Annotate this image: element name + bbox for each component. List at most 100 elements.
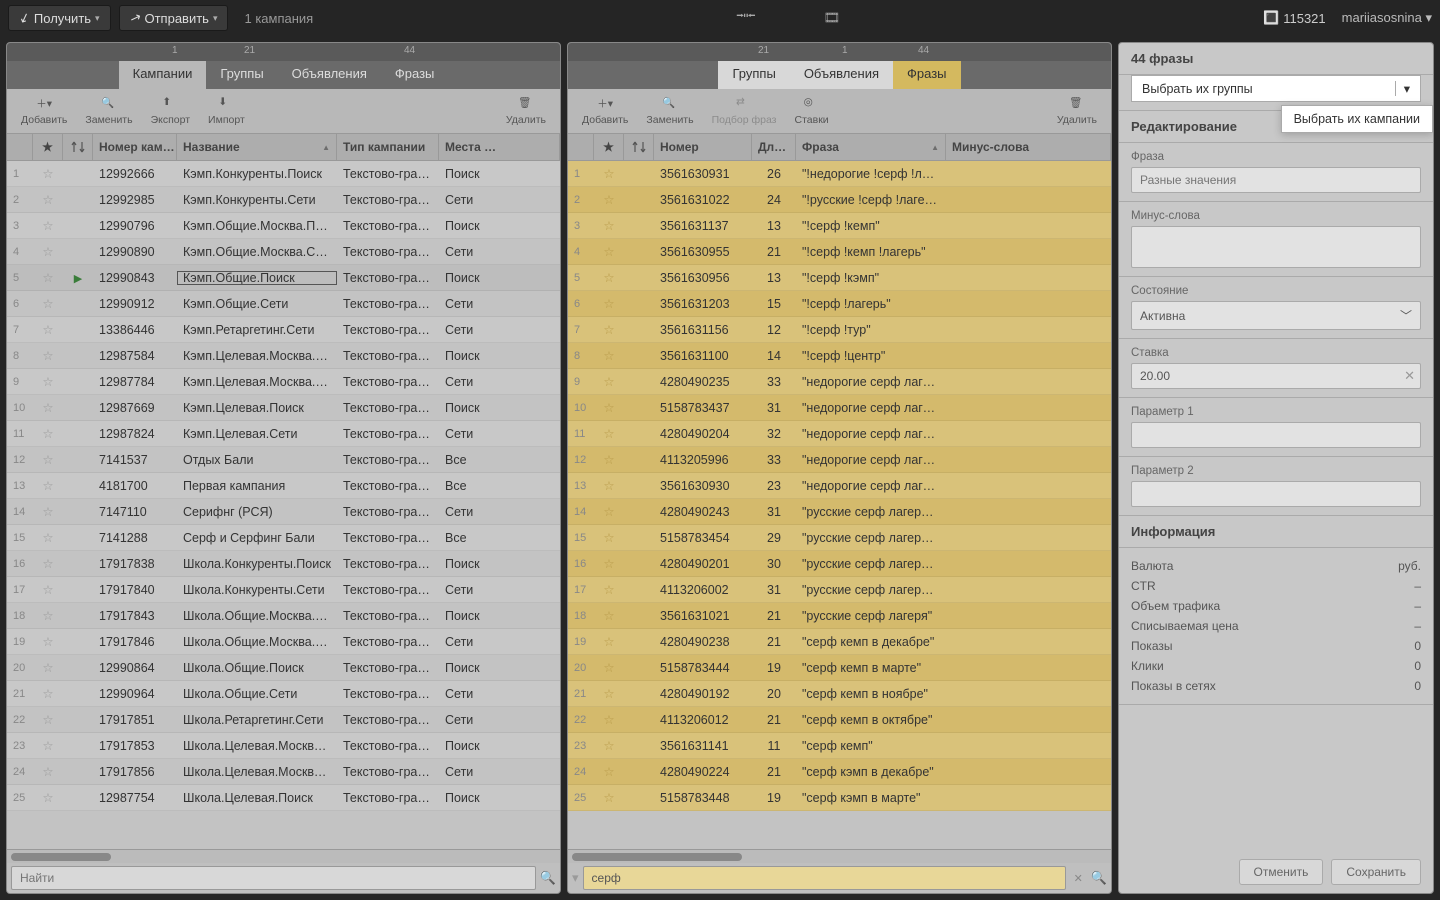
mid-tab-groups[interactable]: Группы xyxy=(718,61,789,89)
campaign-row[interactable]: 9☆12987784Кэмп.Целевая.Москва.…Текстово-… xyxy=(7,369,560,395)
star-icon[interactable]: ☆ xyxy=(33,244,63,259)
clear-search-icon[interactable]: ✕ xyxy=(1070,872,1087,885)
campaign-row[interactable]: 25☆12987754Школа.Целевая.ПоискТекстово-г… xyxy=(7,785,560,811)
star-icon[interactable]: ☆ xyxy=(594,374,624,389)
save-button[interactable]: Сохранить xyxy=(1331,859,1421,885)
film-icon[interactable]: 🎞 xyxy=(818,6,847,30)
star-icon[interactable]: ☆ xyxy=(594,556,624,571)
campaign-row[interactable]: 19☆17917846Школа.Общие.Москва.…Текстово-… xyxy=(7,629,560,655)
phrase-row[interactable]: 3☆356163113713"!серф !кемп" xyxy=(568,213,1111,239)
replace-button[interactable]: 🔍Заменить xyxy=(79,96,138,126)
star-icon[interactable]: ☆ xyxy=(594,244,624,259)
star-icon[interactable]: ☆ xyxy=(33,400,63,415)
star-icon[interactable]: ☆ xyxy=(594,712,624,727)
star-icon[interactable]: ☆ xyxy=(594,634,624,649)
mid-grid-body[interactable]: 1☆356163093126"!недорогие !серф !лаге…2☆… xyxy=(568,161,1111,849)
star-icon[interactable]: ☆ xyxy=(594,322,624,337)
campaign-row[interactable]: 24☆17917856Школа.Целевая.Москва…Текстово… xyxy=(7,759,560,785)
tab-ads[interactable]: Объявления xyxy=(278,61,381,89)
star-icon[interactable]: ☆ xyxy=(33,660,63,675)
phrase-row[interactable]: 24☆428049022421"серф кэмп в декабре" xyxy=(568,759,1111,785)
mid-search-icon[interactable]: 🔍 xyxy=(1091,870,1107,886)
star-icon[interactable]: ☆ xyxy=(33,530,63,545)
split-icon[interactable]: ⭲⭰ xyxy=(730,3,762,33)
add-button[interactable]: ＋▾Добавить xyxy=(15,96,73,126)
star-icon[interactable]: ☆ xyxy=(33,738,63,753)
col-length[interactable]: Дл… xyxy=(752,134,796,160)
phrase-row[interactable]: 9☆428049023533"недорогие серф лагер… xyxy=(568,369,1111,395)
star-icon[interactable]: ☆ xyxy=(594,426,624,441)
sort-icon[interactable] xyxy=(63,134,93,160)
phrase-row[interactable]: 2☆356163102224"!русские !серф !лагеря" xyxy=(568,187,1111,213)
receive-button[interactable]: ↙Получить▾ xyxy=(8,5,111,31)
star-icon[interactable]: ☆ xyxy=(594,348,624,363)
col-number[interactable]: Номер кам… xyxy=(93,134,177,160)
col-minus[interactable]: Минус-слова xyxy=(946,134,1111,160)
phrase-row[interactable]: 10☆515878343731"недорогие серф лагер… xyxy=(568,395,1111,421)
phrase-row[interactable]: 16☆428049020130"русские серф лагеря в… xyxy=(568,551,1111,577)
campaign-row[interactable]: 15☆7141288Серф и Серфинг БалиТекстово-гр… xyxy=(7,525,560,551)
phrase-row[interactable]: 5☆356163095613"!серф !кэмп" xyxy=(568,265,1111,291)
param1-input[interactable] xyxy=(1131,422,1421,448)
star-icon[interactable]: ☆ xyxy=(33,608,63,623)
star-icon[interactable]: ☆ xyxy=(594,296,624,311)
col-type[interactable]: Тип кампании xyxy=(337,134,439,160)
tab-phrases[interactable]: Фразы xyxy=(381,61,449,89)
mid-bids-button[interactable]: ◎Ставки xyxy=(789,96,835,126)
star-icon[interactable]: ☆ xyxy=(594,478,624,493)
col-phrase[interactable]: Фраза▲ xyxy=(796,134,946,160)
phrase-row[interactable]: 6☆356163120315"!серф !лагерь" xyxy=(568,291,1111,317)
col-places[interactable]: Места … xyxy=(439,134,560,160)
phrase-row[interactable]: 20☆515878344419"серф кемп в марте" xyxy=(568,655,1111,681)
minus-input[interactable] xyxy=(1131,226,1421,268)
star-icon[interactable]: ☆ xyxy=(594,686,624,701)
star-icon[interactable]: ☆ xyxy=(33,634,63,649)
campaign-row[interactable]: 11☆12987824Кэмп.Целевая.СетиТекстово-гра… xyxy=(7,421,560,447)
star-icon[interactable]: ☆ xyxy=(33,426,63,441)
mid-delete-button[interactable]: 🗑Удалить xyxy=(1051,96,1103,126)
star-icon[interactable]: ☆ xyxy=(594,218,624,233)
user-menu[interactable]: mariiasosnina ▾ xyxy=(1342,10,1432,26)
star-icon[interactable]: ☆ xyxy=(33,322,63,337)
send-button[interactable]: ↗Отправить▾ xyxy=(119,5,229,31)
left-grid-body[interactable]: 1☆12992666Кэмп.Конкуренты.ПоискТекстово-… xyxy=(7,161,560,849)
campaign-row[interactable]: 5☆▶12990843Кэмп.Общие.ПоискТекстово-граф… xyxy=(7,265,560,291)
star-icon[interactable]: ☆ xyxy=(594,452,624,467)
campaign-row[interactable]: 6☆12990912Кэмп.Общие.СетиТекстово-граф…С… xyxy=(7,291,560,317)
star-col-header[interactable]: ★ xyxy=(33,134,63,160)
phrase-row[interactable]: 18☆356163102121"русские серф лагеря" xyxy=(568,603,1111,629)
phrase-row[interactable]: 25☆515878344819"серф кэмп в марте" xyxy=(568,785,1111,811)
state-select[interactable]: Активна﹀ xyxy=(1131,301,1421,330)
star-icon[interactable]: ☆ xyxy=(594,790,624,805)
star-icon[interactable]: ☆ xyxy=(594,582,624,597)
star-icon[interactable]: ☆ xyxy=(594,608,624,623)
search-icon[interactable]: 🔍 xyxy=(540,870,556,886)
param2-input[interactable] xyxy=(1131,481,1421,507)
col-name[interactable]: Название▲ xyxy=(177,134,337,160)
star-icon[interactable]: ☆ xyxy=(33,270,63,285)
delete-button[interactable]: 🗑Удалить xyxy=(500,96,552,126)
phrase-row[interactable]: 4☆356163095521"!серф !кемп !лагерь" xyxy=(568,239,1111,265)
tab-campaigns[interactable]: Кампании xyxy=(119,61,207,89)
star-icon[interactable]: ☆ xyxy=(33,764,63,779)
mid-tab-ads[interactable]: Объявления xyxy=(790,61,893,89)
phrase-row[interactable]: 1☆356163093126"!недорогие !серф !лаге… xyxy=(568,161,1111,187)
star-icon[interactable]: ☆ xyxy=(594,530,624,545)
phrase-row[interactable]: 23☆356163114111"серф кемп" xyxy=(568,733,1111,759)
star-icon[interactable]: ☆ xyxy=(594,660,624,675)
phrase-row[interactable]: 13☆356163093023"недорогие серф лагеря" xyxy=(568,473,1111,499)
phrase-row[interactable]: 12☆411320599633"недорогие серф лагер… xyxy=(568,447,1111,473)
select-groups-dropdown[interactable]: Выбрать их группы▾ xyxy=(1131,75,1421,102)
campaign-row[interactable]: 16☆17917838Школа.Конкуренты.ПоискТекстов… xyxy=(7,551,560,577)
star-icon[interactable]: ☆ xyxy=(594,270,624,285)
campaign-row[interactable]: 14☆7147110Серифнг (РСЯ)Текстово-граф…Сет… xyxy=(7,499,560,525)
left-search-input[interactable] xyxy=(11,866,536,890)
star-icon[interactable]: ☆ xyxy=(33,582,63,597)
mid-hscroll[interactable] xyxy=(568,849,1111,863)
tab-groups[interactable]: Группы xyxy=(206,61,277,89)
bid-input[interactable] xyxy=(1131,363,1421,389)
import-button[interactable]: ⬇Импорт xyxy=(202,96,251,126)
star-icon[interactable]: ☆ xyxy=(594,400,624,415)
star-icon[interactable]: ☆ xyxy=(33,166,63,181)
star-icon[interactable]: ☆ xyxy=(33,218,63,233)
